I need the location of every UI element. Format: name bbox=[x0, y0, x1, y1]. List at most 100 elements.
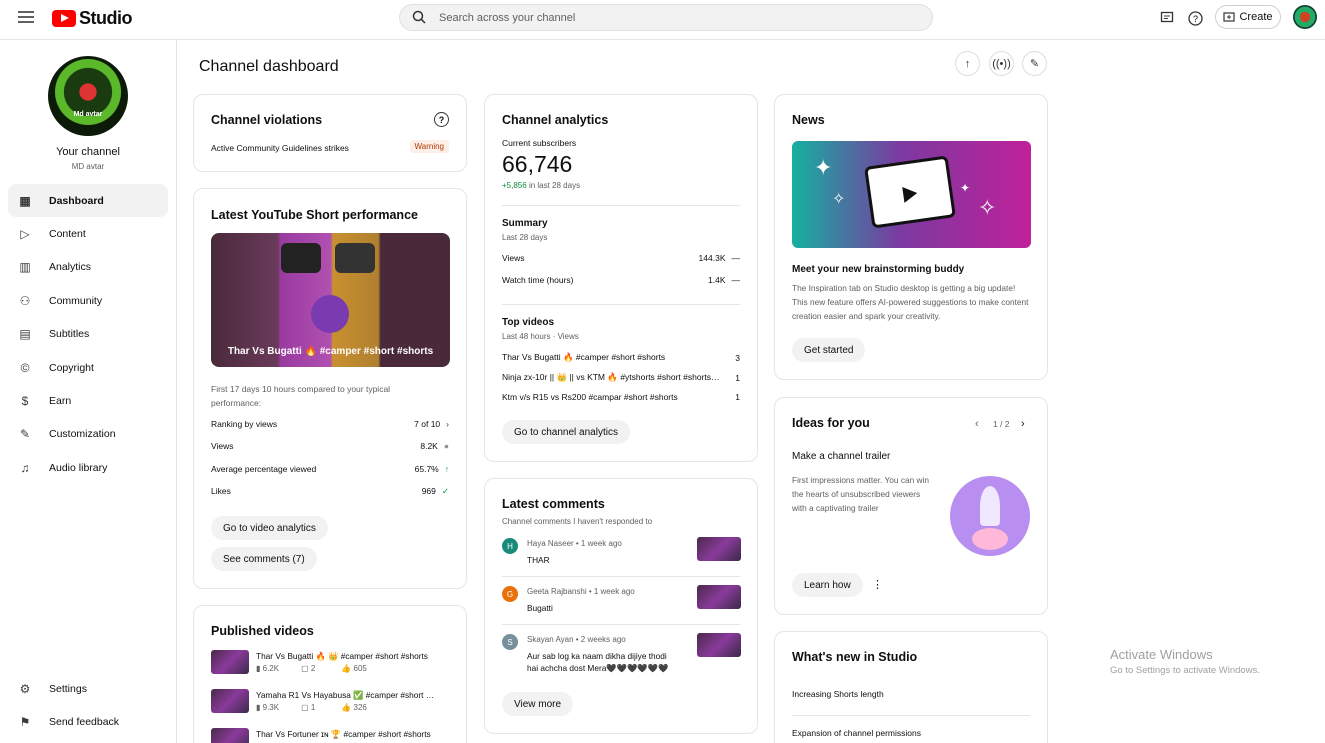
messages-icon[interactable] bbox=[1158, 9, 1176, 27]
metric-label: Likes bbox=[211, 486, 231, 497]
metric-row: Views 8.2K ● bbox=[211, 441, 449, 451]
metric-row: Likes 969 ✓ bbox=[211, 486, 449, 497]
sidebar-item-copyright[interactable]: © Copyright bbox=[8, 351, 168, 384]
video-stats: ▮ 9.3K ▢ 1 👍 326 bbox=[256, 703, 367, 712]
top-video-row[interactable]: Ninja zx-10r || 👑 || vs KTM 🔥 #ytshorts … bbox=[502, 372, 740, 383]
commenter-avatar[interactable]: H bbox=[502, 538, 518, 554]
view-more-button[interactable]: View more bbox=[502, 692, 574, 716]
video-title[interactable]: Yamaha R1 Vs Hayabusa ✅ #camper #short … bbox=[256, 690, 451, 701]
more-options-icon[interactable]: ⋮ bbox=[872, 578, 883, 591]
analytics-icon: ▥ bbox=[19, 260, 31, 275]
sparkle-icon: ✦ bbox=[814, 155, 833, 180]
upload-icon[interactable]: ↑ bbox=[955, 51, 980, 76]
studio-logo[interactable]: Studio bbox=[52, 8, 133, 29]
chevron-right-icon[interactable]: › bbox=[1021, 418, 1025, 430]
news-headline: Meet your new brainstorming buddy bbox=[792, 264, 965, 275]
channel-avatar[interactable]: Md avtar bbox=[48, 56, 128, 136]
sidebar-item-label: Content bbox=[49, 228, 86, 241]
help-icon[interactable]: ? bbox=[1186, 9, 1204, 27]
top-video-row[interactable]: Ktm v/s R15 vs Rs200 #campar #short #sho… bbox=[502, 392, 740, 402]
comment-author[interactable]: Skayan Ayan bbox=[527, 635, 574, 644]
watermark-subtitle: Go to Settings to activate Windows. bbox=[1110, 665, 1260, 676]
channel-analytics-button[interactable]: Go to channel analytics bbox=[502, 420, 630, 444]
sidebar-item-customization[interactable]: ✎ Customization bbox=[8, 418, 168, 451]
sidebar-item-community[interactable]: ⚇ Community bbox=[8, 284, 168, 317]
top-video-row[interactable]: Thar Vs Bugatti 🔥 #camper #short #shorts… bbox=[502, 352, 740, 363]
activate-windows-watermark: Activate Windows Go to Settings to activ… bbox=[1110, 647, 1260, 676]
help-icon[interactable]: ? bbox=[434, 112, 449, 127]
video-title[interactable]: Thar Vs Fortuner ɪɴ 🏆 #camper #short #sh… bbox=[256, 729, 451, 740]
news-image: ✦ ✧ ✧ ✦ bbox=[792, 141, 1031, 248]
learn-how-button[interactable]: Learn how bbox=[792, 573, 863, 597]
video-stats: ▮ 6.2K ▢ 2 👍 605 bbox=[256, 664, 367, 673]
sidebar-item-earn[interactable]: $ Earn bbox=[8, 384, 168, 417]
get-started-button[interactable]: Get started bbox=[792, 338, 866, 362]
sidebar-item-settings[interactable]: ⚙ Settings bbox=[8, 672, 168, 705]
sidebar-item-dashboard[interactable]: ▦ Dashboard bbox=[8, 184, 168, 218]
summary-period: Last 28 days bbox=[502, 233, 548, 242]
sparkle-icon: ✧ bbox=[978, 195, 997, 220]
create-post-icon[interactable]: ✎ bbox=[1022, 51, 1047, 76]
latest-comments-card: Latest comments Channel comments I haven… bbox=[484, 478, 758, 734]
go-live-icon[interactable]: ((•)) bbox=[989, 51, 1014, 76]
commenter-avatar[interactable]: S bbox=[502, 634, 518, 650]
summary-row: Watch time (hours) 1.4K — bbox=[502, 275, 740, 285]
video-analytics-button[interactable]: Go to video analytics bbox=[211, 516, 328, 540]
card-title: Channel violations bbox=[211, 113, 323, 127]
sidebar-item-subtitles[interactable]: ▤ Subtitles bbox=[8, 318, 168, 351]
sidebar-item-label: Audio library bbox=[49, 461, 108, 474]
sidebar-item-analytics[interactable]: ▥ Analytics bbox=[8, 251, 168, 284]
summary-value: 1.4K bbox=[708, 275, 726, 285]
published-videos-card: Published videos Thar Vs Bugatti 🔥 👑 #ca… bbox=[193, 605, 467, 743]
status-badge: Warning bbox=[409, 140, 449, 153]
content-icon: ▷ bbox=[20, 227, 30, 242]
search-input[interactable]: Search across your channel bbox=[439, 12, 575, 24]
video-title[interactable]: Thar Vs Bugatti 🔥 👑 #camper #short #shor… bbox=[256, 651, 451, 662]
search-bar[interactable]: Search across your channel bbox=[399, 4, 933, 31]
comment-video-thumbnail[interactable] bbox=[697, 537, 741, 561]
video-thumbnail[interactable] bbox=[211, 650, 249, 674]
metric-indicator-icon: ✓ bbox=[441, 485, 449, 496]
account-avatar[interactable] bbox=[1293, 5, 1317, 29]
summary-value-group: 144.3K — bbox=[699, 253, 740, 263]
sidebar-item-send-feedback[interactable]: ⚑ Send feedback bbox=[8, 705, 168, 738]
commenter-avatar[interactable]: G bbox=[502, 586, 518, 602]
create-label: Create bbox=[1239, 11, 1273, 23]
see-comments-button[interactable]: See comments (7) bbox=[211, 547, 317, 571]
whats-new-item[interactable]: Expansion of channel permissions bbox=[792, 728, 921, 738]
sidebar-item-label: Customization bbox=[49, 428, 116, 441]
comment-time: • 2 weeks ago bbox=[573, 635, 626, 644]
trend-dash-icon: — bbox=[731, 275, 741, 285]
short-thumbnail[interactable]: Thar Vs Bugatti 🔥 #camper #short #shorts bbox=[211, 233, 450, 367]
comment-author[interactable]: Geeta Rajbanshi bbox=[527, 587, 587, 596]
sidebar: Md avtar Your channel MD avtar ▦ Dashboar… bbox=[0, 40, 177, 743]
sidebar-item-label: Earn bbox=[49, 395, 72, 408]
comments-subtitle: Channel comments I haven't responded to bbox=[502, 517, 653, 526]
sidebar-item-label: Community bbox=[49, 294, 103, 307]
short-performance-card: Latest YouTube Short performance Thar Vs… bbox=[193, 188, 467, 589]
chevron-left-icon[interactable]: ‹ bbox=[975, 418, 979, 430]
video-thumbnail[interactable] bbox=[211, 728, 249, 743]
comment-author[interactable]: Haya Naseer bbox=[527, 539, 574, 548]
sidebar-item-content[interactable]: ▷ Content bbox=[8, 217, 168, 250]
sidebar-nav: ▦ Dashboard ▷ Content ▥ Analytics ⚇ Community ▤ S… bbox=[8, 184, 168, 485]
subscribers-delta-line: +5,856 in last 28 days bbox=[502, 181, 580, 190]
summary-title: Summary bbox=[502, 218, 548, 229]
rocket-illustration bbox=[950, 476, 1030, 556]
video-thumbnail[interactable] bbox=[211, 689, 249, 713]
comment-video-thumbnail[interactable] bbox=[697, 633, 741, 657]
create-video-icon bbox=[1223, 12, 1236, 22]
metric-value-group: 7 of 10 › bbox=[414, 419, 449, 429]
metric-label: Ranking by views bbox=[211, 419, 278, 429]
compare-note: First 17 days 10 hours compared to your … bbox=[211, 384, 391, 408]
whats-new-item[interactable]: Increasing Shorts length bbox=[792, 689, 884, 699]
top-video-views: 1 bbox=[735, 392, 740, 402]
sidebar-item-audio-library[interactable]: ♫ Audio library bbox=[8, 451, 168, 484]
comment-video-thumbnail[interactable] bbox=[697, 585, 741, 609]
menu-icon[interactable] bbox=[18, 11, 34, 25]
comment-text: Bugatti bbox=[527, 603, 553, 613]
comment-text: Aur sab log ka naam dikha dijiye thodi h… bbox=[527, 651, 669, 673]
views-stat: ▮ 6.2K bbox=[256, 664, 280, 673]
create-button[interactable]: Create bbox=[1215, 5, 1281, 29]
channel-violations-card: Channel violations ? Active Community Gu… bbox=[193, 94, 467, 172]
